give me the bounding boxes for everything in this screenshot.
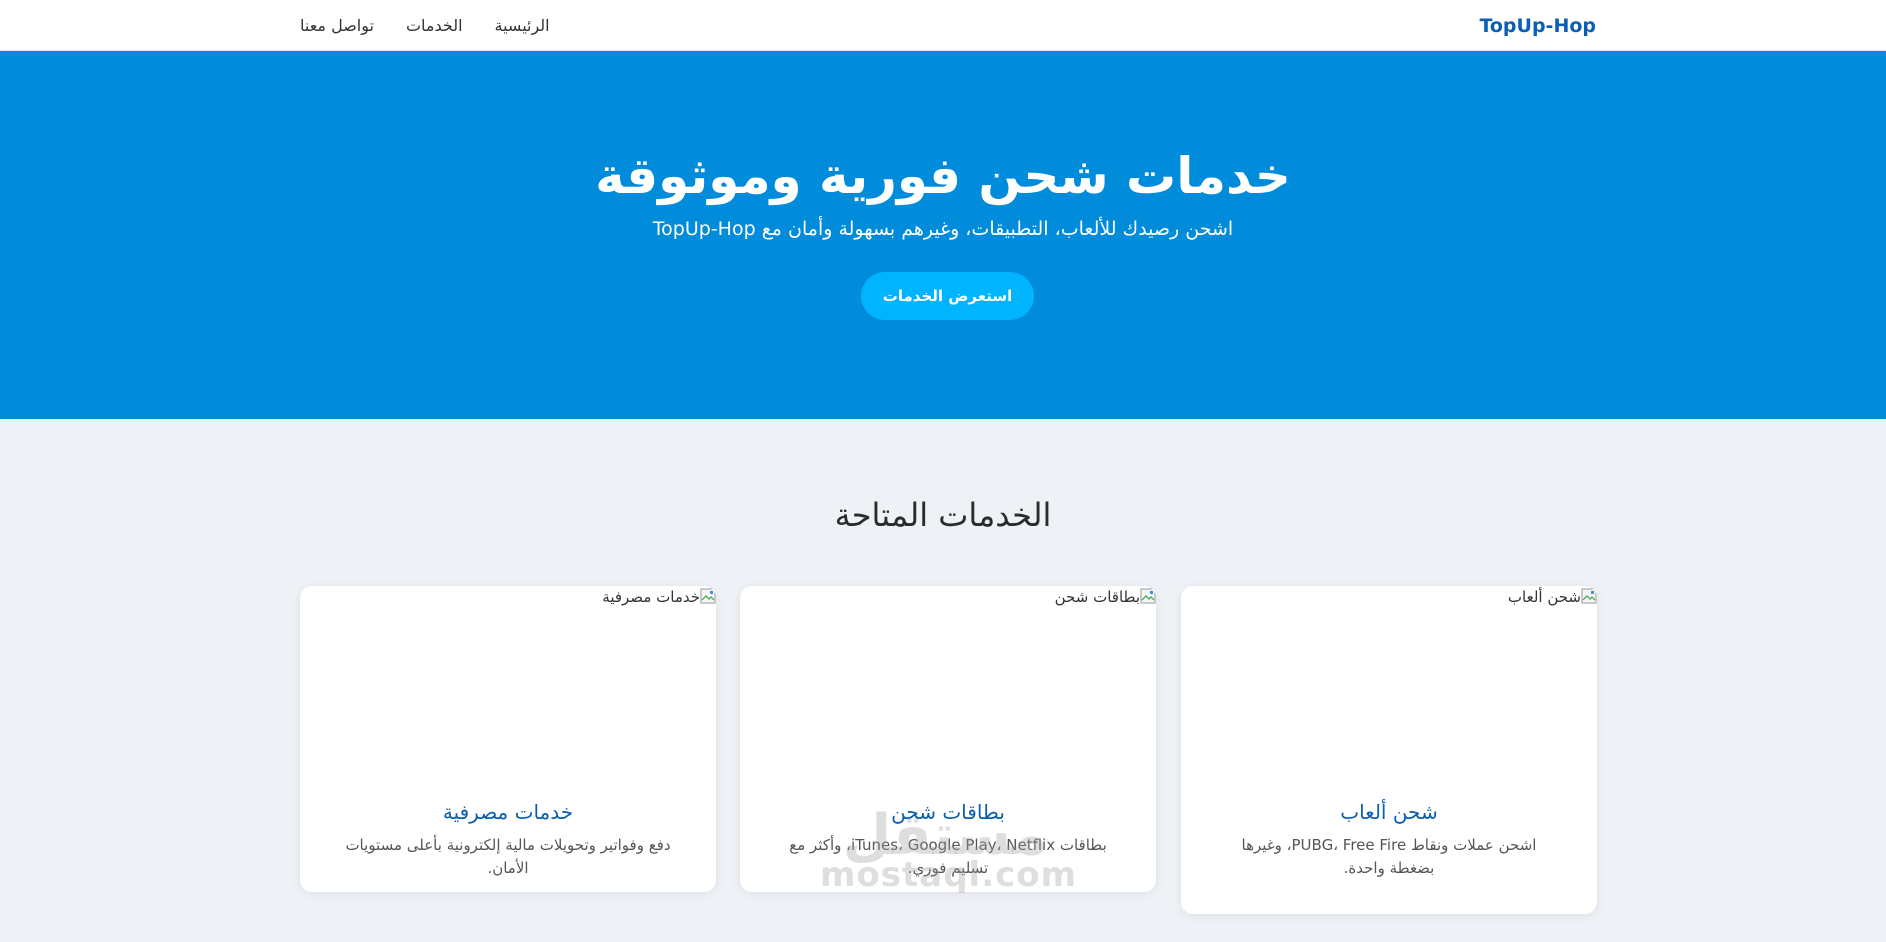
nav-links: الرئيسية الخدمات تواصل معنا — [300, 16, 550, 35]
card-image: بطاقات شحن — [740, 586, 1156, 800]
service-card-banking[interactable]: خدمات مصرفية خدمات مصرفية دفع وفواتير وت… — [300, 586, 716, 892]
broken-image-icon — [700, 588, 716, 604]
card-title: شحن ألعاب — [1340, 800, 1438, 824]
image-alt-text: بطاقات شحن — [1054, 588, 1140, 606]
nav-link-contact[interactable]: تواصل معنا — [300, 16, 374, 35]
services-title: الخدمات المتاحة — [834, 496, 1052, 534]
service-card-topup-cards[interactable]: بطاقات شحن بطاقات شحن بطاقات iTunes، Goo… — [740, 586, 1156, 892]
card-description: دفع وفواتير وتحويلات مالية إلكترونية بأع… — [345, 836, 671, 878]
card-image: خدمات مصرفية — [300, 586, 716, 800]
nav-link-home[interactable]: الرئيسية — [495, 16, 550, 35]
hero-subtitle: اشحن رصيدك للألعاب، التطبيقات، وغيرهم بس… — [652, 218, 1234, 240]
broken-image-icon — [1140, 588, 1156, 604]
broken-image-icon — [1581, 588, 1597, 604]
hero-section: خدمات شحن فورية وموثوقة اشحن رصيدك للألع… — [0, 51, 1886, 419]
card-title: خدمات مصرفية — [442, 800, 574, 824]
card-description: اشحن عملات ونقاط PUBG، Free Fire، وغيرها… — [1241, 836, 1537, 878]
browse-services-button[interactable]: استعرض الخدمات — [861, 272, 1034, 320]
nav-link-services[interactable]: الخدمات — [406, 16, 463, 35]
hero-title: خدمات شحن فورية وموثوقة — [595, 147, 1291, 205]
navbar: TopUp-Hop الرئيسية الخدمات تواصل معنا — [0, 0, 1886, 51]
card-description: بطاقات iTunes، Google Play، Netflix، وأك… — [789, 836, 1107, 878]
card-image: شحن ألعاب — [1181, 586, 1597, 800]
brand-logo[interactable]: TopUp-Hop — [1479, 15, 1596, 37]
image-alt-text: شحن ألعاب — [1507, 588, 1581, 606]
card-title: بطاقات شحن — [891, 800, 1005, 824]
navbar-inner: TopUp-Hop الرئيسية الخدمات تواصل معنا — [300, 0, 1596, 51]
service-card-games[interactable]: شحن ألعاب شحن ألعاب اشحن عملات ونقاط PUB… — [1181, 586, 1597, 914]
image-alt-text: خدمات مصرفية — [602, 588, 700, 606]
